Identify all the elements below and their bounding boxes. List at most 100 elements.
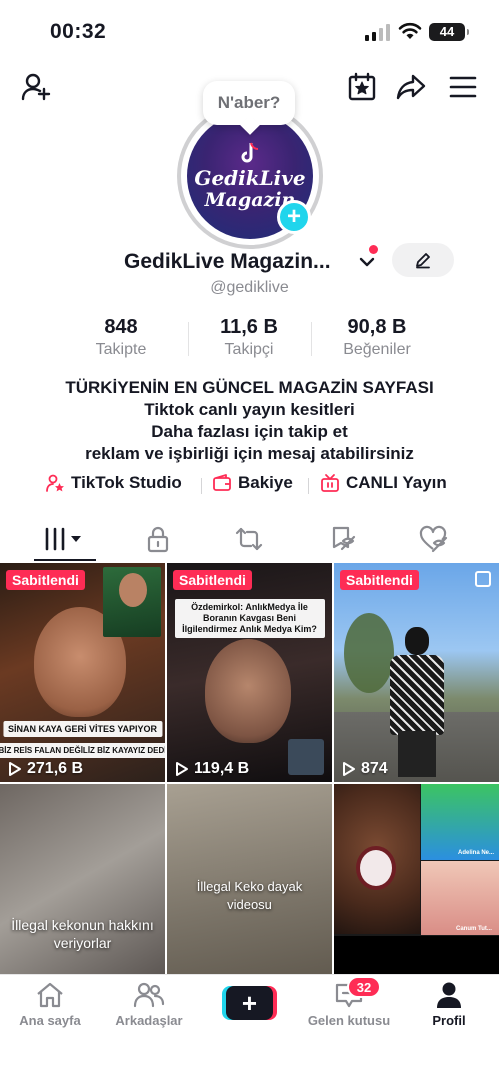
username: @gediklive (210, 279, 289, 296)
chevron-down-icon[interactable] (357, 252, 377, 272)
inbox-badge: 32 (347, 976, 381, 998)
followers-count: 11,6 B (220, 316, 278, 338)
multi-photo-icon (475, 571, 491, 587)
bio-line: Daha fazlası için takip et (151, 422, 348, 441)
nav-friends[interactable]: Arkadaşlar (99, 981, 199, 1028)
view-count: 119,4 B (175, 760, 249, 778)
following-count: 848 (104, 316, 138, 338)
video-thumbnail[interactable]: Sabitlendi SİNAN KAYA GERİ VİTES YAPIYOR… (0, 563, 165, 782)
lock-icon (147, 526, 169, 553)
pencil-icon (416, 253, 430, 269)
add-story-plus-icon[interactable]: + (277, 200, 311, 234)
link-separator (308, 478, 309, 494)
pinned-badge: Sabitlendi (6, 570, 85, 590)
grid-videos-icon (45, 527, 81, 551)
video-thumbnail[interactable]: Sabitlendi 874 (334, 563, 499, 782)
profile-name-row: GedikLive Magazin... (124, 247, 331, 277)
active-tab-indicator (34, 559, 96, 561)
video-caption: İllegal kekonun hakkını veriyorlar (11, 917, 154, 951)
add-friend-icon[interactable] (19, 70, 53, 104)
quick-links: TikTok Studio Bakiye CANLI Yayın (0, 473, 499, 499)
thumbnail-image (421, 861, 499, 935)
tiktok-studio-link[interactable]: TikTok Studio (45, 473, 182, 493)
signal-icon (365, 24, 390, 41)
video-thumbnail[interactable]: Sabitlendi Özdemirkol: AnlıkMedya İle Bo… (167, 563, 332, 782)
video-caption: BİZ REİS FALAN DEĞİLİZ BİZ KAYAYIZ DEDİ (0, 743, 165, 758)
bio-line: reklam ve işbirliği için mesaj atabilirs… (85, 444, 414, 463)
bottom-navigation: Ana sayfa Arkadaşlar + Gelen kutusu Prof… (0, 974, 499, 1080)
status-bar: 00:32 44 (0, 0, 499, 60)
thumbnail-image (344, 613, 394, 693)
profile-tabs (0, 517, 499, 563)
friends-icon (133, 982, 165, 1008)
profile-bio: TÜRKİYENİN EN GÜNCEL MAGAZİN SAYFASI Tik… (0, 377, 499, 465)
following-stat[interactable]: 848 Takipte (61, 315, 181, 360)
nav-friends-label: Arkadaşlar (115, 1013, 183, 1028)
notification-dot (369, 245, 378, 254)
view-count: 874 (342, 760, 388, 778)
live-label: CANLI Yayın (346, 473, 447, 492)
menu-icon[interactable] (446, 70, 480, 104)
heart-hidden-icon (419, 525, 448, 553)
profile-name: GedikLive Magazin... (124, 250, 331, 273)
tiktok-studio-label: TikTok Studio (71, 473, 182, 492)
play-icon (176, 762, 188, 776)
bio-line: TÜRKİYENİN EN GÜNCEL MAGAZİN SAYFASI (65, 378, 434, 397)
likes-stat[interactable]: 90,8 B Beğeniler (317, 315, 437, 360)
view-count-value: 271,6 B (27, 760, 84, 777)
nav-home-label: Ana sayfa (19, 1013, 81, 1028)
video-caption: İllegal Keko dayak videosu (196, 879, 303, 912)
calendar-star-icon[interactable] (345, 70, 379, 104)
participant-label: Adelina Ne... (458, 850, 495, 856)
inset-image (103, 567, 161, 637)
nav-inbox-label: Gelen kutusu (307, 1013, 391, 1028)
create-button[interactable]: + (222, 986, 277, 1020)
bookmark-hidden-icon (332, 526, 356, 551)
profile-icon (437, 982, 461, 1008)
video-caption: Özdemirkol: AnlıkMedya İle Boranın Kavga… (174, 599, 325, 638)
likes-count: 90,8 B (347, 316, 407, 338)
tab-liked[interactable] (404, 517, 464, 561)
balance-label: Bakiye (238, 473, 293, 492)
repost-icon (235, 527, 263, 551)
video-thumbnail[interactable]: Adelina Ne... Canum Tut... (334, 784, 499, 1003)
participant-label: Canum Tut... (456, 926, 492, 932)
thumbnail-person (390, 627, 444, 777)
wallet-icon (213, 474, 231, 491)
tiktok-logo-icon (241, 142, 259, 163)
wifi-icon (398, 22, 422, 39)
pinned-badge: Sabitlendi (173, 570, 252, 590)
link-separator (201, 478, 202, 494)
share-icon[interactable] (394, 70, 428, 104)
live-tv-icon (321, 474, 339, 492)
view-count: 271,6 B (8, 760, 83, 778)
play-icon (343, 762, 355, 776)
status-bubble[interactable]: N'aber? (203, 81, 295, 125)
battery-indicator: 44 (429, 23, 469, 41)
thumbnail-image (421, 784, 499, 860)
person-star-icon (46, 474, 64, 492)
following-label: Takipte (95, 341, 147, 358)
nav-home[interactable]: Ana sayfa (0, 981, 100, 1028)
avatar-text-line1: GedikLive (194, 166, 306, 190)
view-count-value: 874 (361, 760, 388, 777)
inset-image (288, 739, 324, 775)
plus-icon: + (226, 986, 273, 1020)
tab-videos[interactable] (35, 517, 95, 561)
nav-profile-label: Profil (432, 1013, 466, 1028)
video-thumbnail[interactable]: İllegal Keko dayak videosu (167, 784, 332, 1003)
status-time: 00:32 (50, 20, 107, 43)
tab-reposts[interactable] (219, 517, 279, 561)
followers-stat[interactable]: 11,6 B Takipçi (189, 315, 309, 360)
home-icon (37, 982, 63, 1008)
live-link[interactable]: CANLI Yayın (320, 473, 447, 493)
edit-profile-button[interactable] (392, 243, 454, 277)
balance-link[interactable]: Bakiye (212, 473, 293, 493)
view-count-value: 119,4 B (194, 760, 250, 777)
video-thumbnail[interactable]: İllegal kekonun hakkını veriyorlar (0, 784, 165, 1003)
video-caption: SİNAN KAYA GERİ VİTES YAPIYOR (2, 721, 163, 737)
tab-saved[interactable] (312, 517, 372, 561)
stat-divider (311, 322, 312, 356)
nav-profile[interactable]: Profil (399, 981, 499, 1028)
tab-private[interactable] (128, 517, 188, 561)
